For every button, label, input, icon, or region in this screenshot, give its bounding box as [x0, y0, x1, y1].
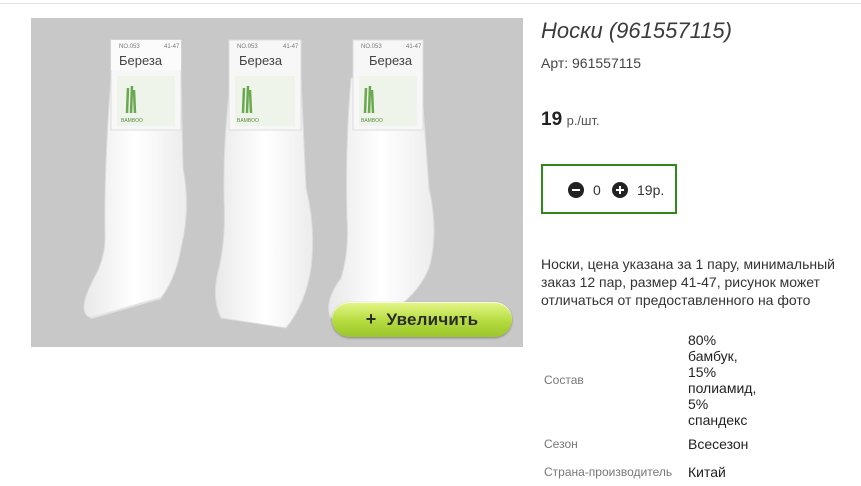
- minus-icon[interactable]: [568, 182, 584, 198]
- quantity-stepper: 0 19р.: [541, 164, 677, 214]
- package-label-3: NO.053 41-47 Береза BAMBOO: [352, 39, 424, 131]
- package-size-3: 41-47: [406, 44, 422, 50]
- property-value: Китай: [688, 464, 726, 480]
- composition-line: 5%: [688, 396, 709, 412]
- quantity-value: 0: [593, 182, 601, 198]
- package-logo-1: BAMBOO: [121, 118, 143, 124]
- page-title: Носки (961557115): [541, 18, 732, 43]
- price-unit: р./шт.: [566, 113, 600, 128]
- property-name: Состав: [544, 373, 584, 387]
- socks-photo: NO.053 41-47 Береза BAMBOO NO.053 41-47 …: [83, 39, 435, 329]
- price-value: 19: [541, 109, 563, 130]
- product-image[interactable]: NO.053 41-47 Береза BAMBOO NO.053 41-47 …: [31, 18, 523, 347]
- package-label-2: NO.053 41-47 Береза BAMBOO: [228, 39, 302, 131]
- package-size-2: 41-47: [283, 44, 299, 50]
- composition-line: полиамид,: [688, 380, 757, 396]
- composition-line: бамбук,: [688, 348, 738, 364]
- composition-line: 15%: [688, 364, 717, 380]
- package-code-3: NO.053: [361, 44, 382, 50]
- property-value-composition: 80% бамбук, 15% полиамид, 5% спандекс: [688, 332, 768, 428]
- product-description: Носки, цена указана за 1 пару, минимальн…: [541, 256, 835, 308]
- composition-line: 80%: [688, 332, 717, 348]
- plus-icon[interactable]: [612, 182, 628, 198]
- package-size-1: 41-47: [164, 44, 180, 50]
- article-number: Арт: 961557115: [541, 55, 642, 71]
- package-code-2: NO.053: [237, 44, 258, 50]
- property-value: Всесезон: [688, 436, 749, 452]
- package-code-1: NO.053: [119, 44, 140, 50]
- plus-icon: +: [365, 309, 377, 329]
- package-brand-2: Береза: [239, 53, 283, 68]
- order-sum: 19р.: [637, 182, 665, 198]
- package-label-1: NO.053 41-47 Береза BAMBOO: [110, 39, 182, 131]
- price: 19 р./шт.: [541, 109, 600, 131]
- top-divider: [0, 3, 861, 4]
- property-name: Страна-производитель: [544, 465, 673, 479]
- package-logo-2: BAMBOO: [237, 118, 259, 124]
- property-name: Сезон: [544, 437, 578, 451]
- package-brand-1: Береза: [119, 53, 163, 68]
- package-logo-3: BAMBOO: [361, 118, 383, 124]
- zoom-label: Увеличить: [386, 309, 479, 329]
- package-brand-3: Береза: [369, 53, 413, 68]
- composition-line: спандекс: [688, 412, 748, 428]
- zoom-button[interactable]: + Увеличить: [332, 302, 512, 337]
